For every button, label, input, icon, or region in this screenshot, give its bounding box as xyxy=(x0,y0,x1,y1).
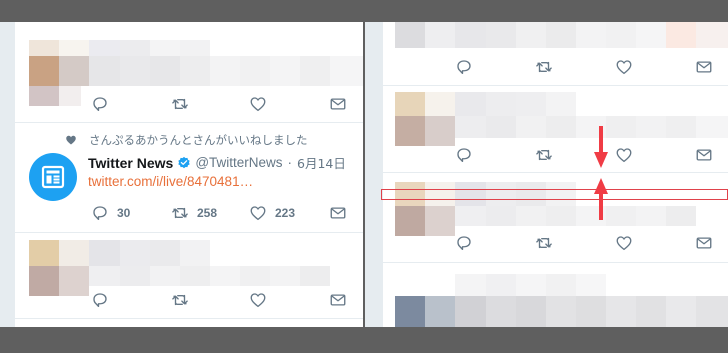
tweet-link[interactable]: twitter.com/i/live/8470481… xyxy=(88,174,253,189)
account-name[interactable]: Twitter News xyxy=(88,155,173,171)
retweet-icon xyxy=(536,237,552,249)
liked-notice-text: さんぷるあかうんとさんがいいねしました xyxy=(89,133,308,147)
reply-icon xyxy=(457,236,471,251)
arrow-down-icon xyxy=(594,126,608,168)
retweet-button[interactable]: 258 xyxy=(171,204,217,222)
tweet-separator xyxy=(383,262,728,263)
tweet-actions: 30 258 223 xyxy=(91,204,351,222)
retweet-icon xyxy=(536,61,552,73)
message-button[interactable] xyxy=(329,95,347,113)
reply-icon xyxy=(93,293,107,308)
reply-button[interactable] xyxy=(455,234,473,252)
retweet-icon xyxy=(536,149,552,161)
timeline-column-left[interactable]: さんぷるあかうんとさんがいいねしました Twitter News @Twitte… xyxy=(15,22,363,327)
like-icon xyxy=(616,60,632,75)
like-button[interactable]: 223 xyxy=(249,204,295,222)
reply-icon xyxy=(93,97,107,112)
retweet-button[interactable] xyxy=(535,58,553,76)
like-count: 223 xyxy=(275,206,296,220)
tweet-actions xyxy=(455,234,717,252)
reply-icon xyxy=(93,206,107,221)
retweet-count: 258 xyxy=(197,206,218,220)
reply-button[interactable] xyxy=(455,58,473,76)
message-button[interactable] xyxy=(695,146,713,164)
timeline-area: さんぷるあかうんとさんがいいねしました Twitter News @Twitte… xyxy=(0,22,728,327)
message-icon xyxy=(696,237,712,249)
timeline-column-right[interactable] xyxy=(383,22,728,327)
like-icon xyxy=(616,148,632,163)
tweet-actions xyxy=(455,146,717,164)
tweet-separator xyxy=(15,122,363,123)
reply-icon xyxy=(457,60,471,75)
like-icon xyxy=(616,236,632,251)
like-icon xyxy=(250,293,266,308)
column-divider xyxy=(363,22,365,327)
tweet-separator xyxy=(15,232,363,233)
tweet-date[interactable]: 6月14日 xyxy=(297,153,346,172)
message-icon xyxy=(330,207,346,219)
insertion-highlight-box xyxy=(381,189,728,200)
reply-icon xyxy=(457,148,471,163)
tweet-separator xyxy=(383,172,728,173)
message-button[interactable] xyxy=(329,291,347,309)
reply-button[interactable] xyxy=(91,95,109,113)
tweet-separator xyxy=(383,85,728,86)
message-icon xyxy=(696,149,712,161)
retweet-icon xyxy=(172,294,188,306)
like-button[interactable] xyxy=(615,234,633,252)
avatar[interactable] xyxy=(29,153,77,201)
message-button[interactable] xyxy=(329,204,347,222)
news-icon xyxy=(41,165,65,189)
tweet-header: Twitter News @TwitterNews · 6月14日 xyxy=(88,153,346,172)
like-button[interactable] xyxy=(249,95,267,113)
retweet-icon xyxy=(172,98,188,110)
retweet-button[interactable] xyxy=(535,146,553,164)
like-button[interactable] xyxy=(615,58,633,76)
liked-notice: さんぷるあかうんとさんがいいねしました xyxy=(65,132,308,148)
message-button[interactable] xyxy=(695,234,713,252)
like-button[interactable] xyxy=(615,146,633,164)
message-icon xyxy=(696,61,712,73)
tweet-separator xyxy=(15,318,363,319)
arrow-up-icon xyxy=(594,178,608,220)
retweet-button[interactable] xyxy=(535,234,553,252)
like-icon xyxy=(250,206,266,221)
retweet-button[interactable] xyxy=(171,291,189,309)
heart-icon xyxy=(66,135,76,145)
reply-button[interactable]: 30 xyxy=(91,204,130,222)
verified-icon xyxy=(178,156,190,168)
tweet-actions xyxy=(91,95,351,113)
like-icon xyxy=(250,97,266,112)
retweet-icon xyxy=(172,207,188,219)
account-handle[interactable]: @TwitterNews xyxy=(195,155,282,170)
message-icon xyxy=(330,98,346,110)
like-button[interactable] xyxy=(249,291,267,309)
reply-button[interactable] xyxy=(91,291,109,309)
reply-button[interactable] xyxy=(455,146,473,164)
tweet-actions xyxy=(455,58,717,76)
separator-dot: · xyxy=(287,155,293,170)
reply-count: 30 xyxy=(117,206,131,220)
message-icon xyxy=(330,294,346,306)
tweet-actions xyxy=(91,291,351,309)
message-button[interactable] xyxy=(695,58,713,76)
retweet-button[interactable] xyxy=(171,95,189,113)
